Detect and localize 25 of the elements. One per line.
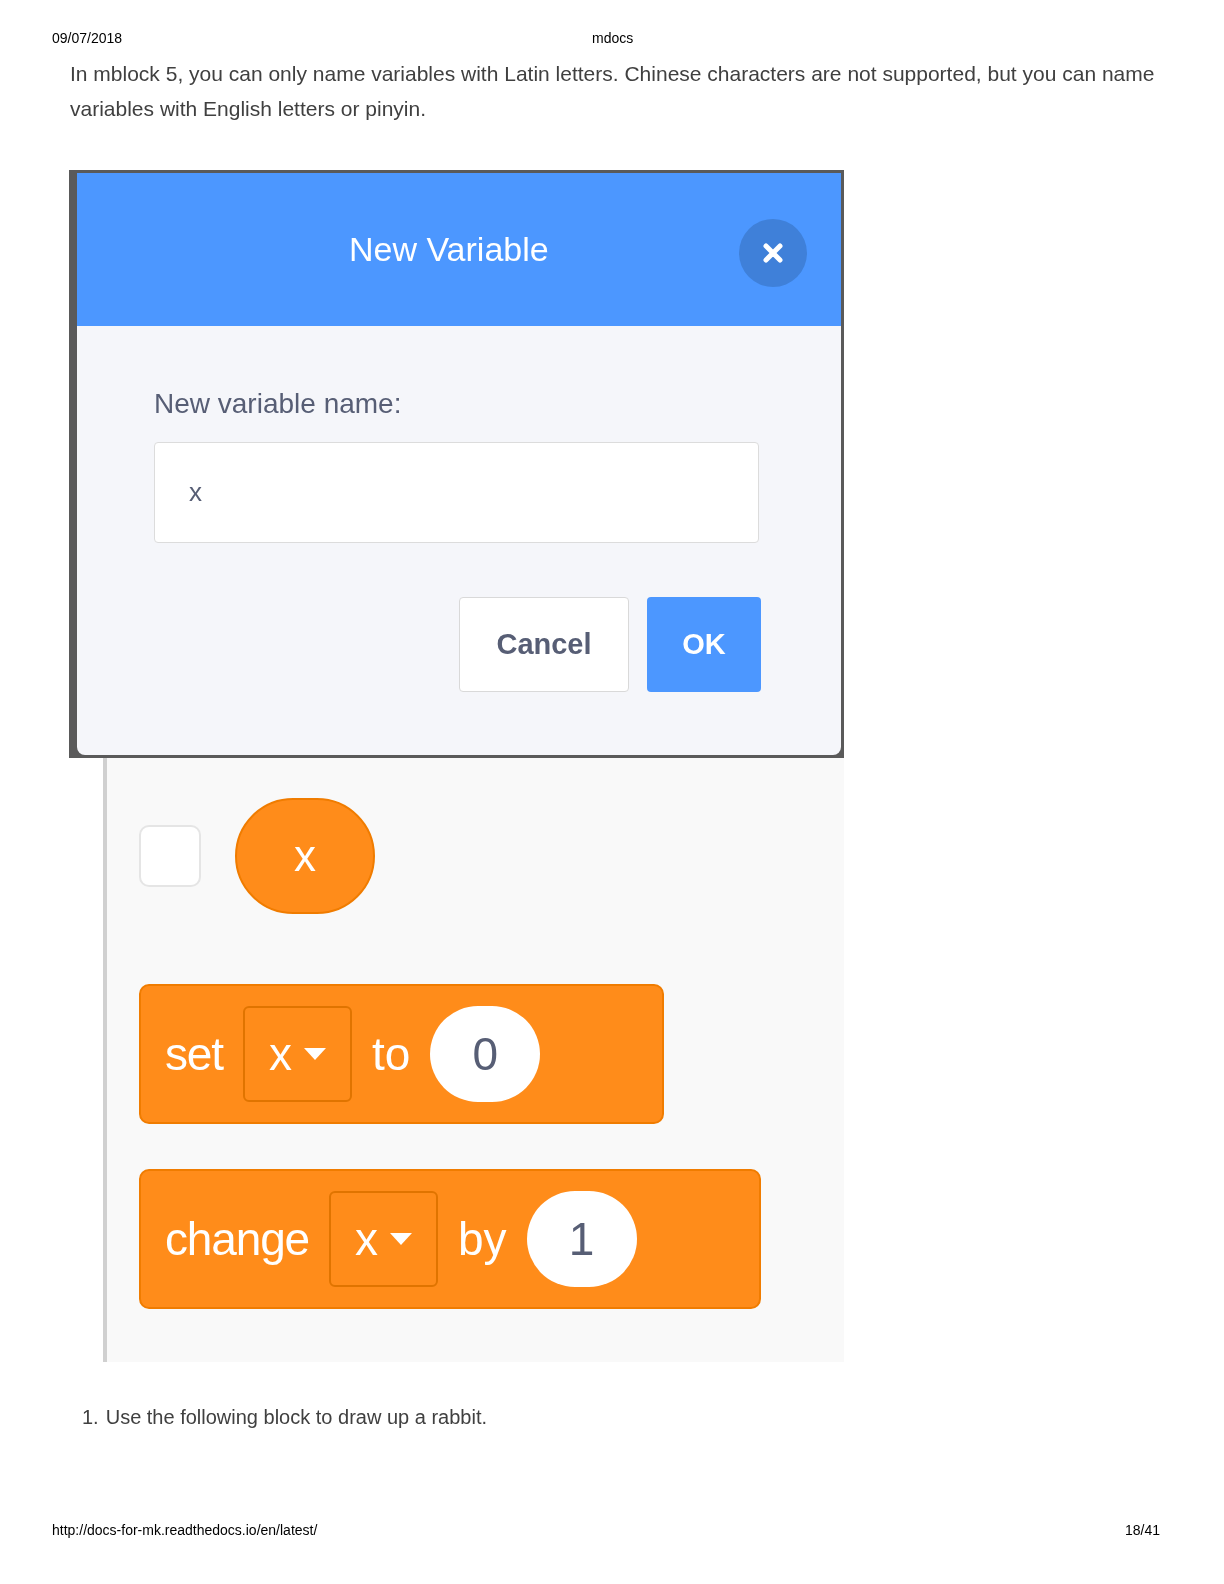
- value-input[interactable]: 0: [430, 1006, 541, 1102]
- dialog-title: New Variable: [349, 229, 549, 270]
- code-block[interactable]: set x to 0: [139, 984, 664, 1124]
- dropdown-value: x: [355, 1211, 378, 1267]
- variable-checkbox[interactable]: [139, 825, 201, 887]
- close-icon: [763, 243, 783, 263]
- code-block[interactable]: change x by 1: [139, 1169, 761, 1309]
- page-title: mdocs: [592, 28, 634, 48]
- block-label: to: [371, 1026, 411, 1082]
- dropdown-value: x: [268, 1026, 292, 1082]
- list-number: 1.: [82, 1405, 99, 1430]
- intro-paragraph: In mblock 5, you can only name variables with Latin letters. Chinese characters are not supported, but you can name variables with English letters or pinyin.: [70, 61, 1156, 122]
- block-label: set: [165, 1026, 223, 1082]
- page-number: 18/41: [1124, 1521, 1160, 1540]
- field-label: New variable name:: [154, 387, 403, 421]
- cancel-button[interactable]: Cancel: [459, 597, 629, 692]
- value-input[interactable]: 1: [526, 1191, 637, 1287]
- list-item-text: Use the following block to draw up a rabbit.: [105, 1405, 487, 1430]
- print-date: 09/07/2018: [52, 28, 123, 48]
- caret-icon: [303, 1048, 326, 1060]
- block-label: change: [165, 1211, 309, 1267]
- page-url: http://docs-for-mk.readthedocs.io/en/latest/: [52, 1521, 318, 1540]
- variable-name-field[interactable]: x: [154, 442, 759, 543]
- block-label: by: [458, 1211, 507, 1267]
- caret-icon: [390, 1233, 412, 1245]
